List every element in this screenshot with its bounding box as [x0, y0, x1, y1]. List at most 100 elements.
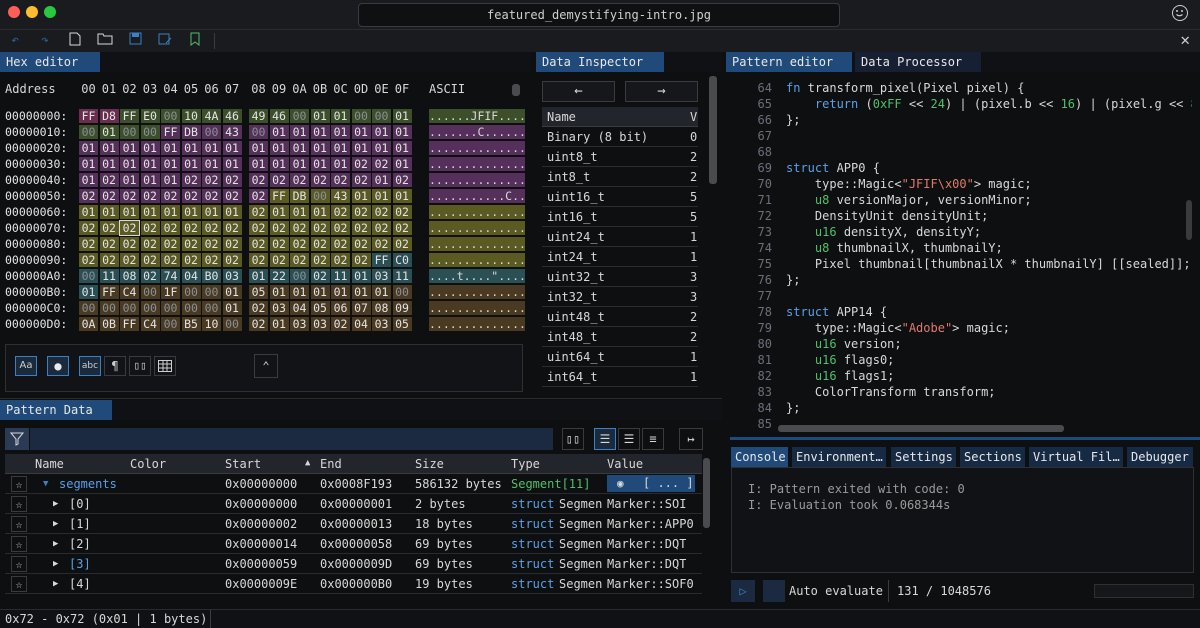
- hex-byte[interactable]: 02: [99, 221, 119, 235]
- hex-byte[interactable]: 22: [269, 269, 289, 283]
- hex-byte[interactable]: 02: [99, 173, 119, 187]
- list-view-icon[interactable]: ≡: [642, 428, 664, 450]
- star-icon[interactable]: ☆: [11, 536, 27, 552]
- pattern-filter-input[interactable]: [30, 428, 553, 450]
- hex-byte[interactable]: 03: [310, 317, 330, 331]
- chevron-right-icon[interactable]: ▶: [53, 574, 58, 594]
- minimize-window-button[interactable]: [26, 6, 38, 18]
- hex-byte[interactable]: 02: [140, 221, 160, 235]
- hex-byte[interactable]: 01: [99, 205, 119, 219]
- hex-byte[interactable]: 00: [140, 285, 160, 299]
- tab-settings[interactable]: Settings: [891, 447, 956, 467]
- inspector-row[interactable]: uint32_t 3: [542, 267, 698, 287]
- hex-byte[interactable]: 00: [79, 125, 98, 139]
- hex-byte[interactable]: 02: [290, 173, 309, 187]
- tab-pattern-editor[interactable]: Pattern editor: [726, 52, 852, 72]
- hex-byte[interactable]: 02: [79, 237, 98, 251]
- hex-byte[interactable]: 02: [372, 205, 391, 219]
- hex-byte[interactable]: 01: [249, 141, 268, 155]
- jump-top-icon[interactable]: ⌃: [254, 354, 278, 378]
- hex-byte[interactable]: 08: [120, 269, 139, 283]
- tab-data-processor[interactable]: Data Processor: [855, 52, 981, 72]
- hex-byte[interactable]: 03: [269, 301, 289, 315]
- col-start[interactable]: Start: [225, 454, 261, 474]
- hex-byte[interactable]: 01: [331, 157, 350, 171]
- hex-byte[interactable]: 06: [331, 301, 350, 315]
- hex-byte[interactable]: 02: [331, 205, 350, 219]
- hex-byte[interactable]: FF: [269, 189, 289, 203]
- hex-byte[interactable]: 00: [310, 189, 330, 203]
- hex-byte[interactable]: 01: [310, 157, 330, 171]
- hex-byte[interactable]: 02: [79, 221, 98, 235]
- hex-byte[interactable]: 01: [351, 269, 371, 283]
- hex-byte[interactable]: 02: [331, 237, 350, 251]
- hex-byte[interactable]: 03: [372, 317, 391, 331]
- hex-byte[interactable]: 01: [290, 125, 309, 139]
- chevron-right-icon[interactable]: ▶: [53, 554, 58, 574]
- hex-byte[interactable]: 02: [310, 173, 330, 187]
- hex-byte[interactable]: 01: [161, 141, 180, 155]
- hex-byte[interactable]: 02: [222, 173, 242, 187]
- hex-byte[interactable]: 00: [140, 125, 160, 139]
- paragraph-icon[interactable]: ¶: [104, 356, 126, 376]
- hex-byte[interactable]: 01: [79, 285, 98, 299]
- hex-byte[interactable]: 00: [99, 301, 119, 315]
- hex-byte[interactable]: 02: [310, 221, 330, 235]
- hex-byte[interactable]: 11: [392, 269, 412, 283]
- col-size[interactable]: Size: [415, 454, 444, 474]
- hex-byte[interactable]: B0: [202, 269, 221, 283]
- hex-byte[interactable]: 01: [140, 141, 160, 155]
- pattern-scrollbar[interactable]: [703, 458, 710, 528]
- hex-byte[interactable]: 02: [161, 221, 180, 235]
- hex-byte[interactable]: 08: [372, 301, 391, 315]
- hex-byte[interactable]: 02: [161, 189, 180, 203]
- inspector-row[interactable]: uint8_t 2: [542, 147, 698, 167]
- hex-byte[interactable]: 02: [331, 317, 350, 331]
- hex-byte[interactable]: 01: [120, 205, 139, 219]
- hex-byte[interactable]: 01: [290, 141, 309, 155]
- table-row[interactable]: ☆ ▶ [4] 0x0000009E 0x000000B0 19 bytes struct S…: [5, 574, 702, 594]
- hex-byte[interactable]: 01: [351, 125, 371, 139]
- tree-view-icon[interactable]: ☰: [594, 428, 616, 450]
- hex-byte[interactable]: 00: [79, 269, 98, 283]
- hex-byte[interactable]: 02: [351, 173, 371, 187]
- hex-byte[interactable]: 10: [202, 317, 221, 331]
- hex-byte[interactable]: 02: [202, 253, 221, 267]
- inspector-row[interactable]: uint16_t 5: [542, 187, 698, 207]
- inspector-scrollbar[interactable]: [709, 76, 717, 184]
- bookmark-icon[interactable]: [186, 32, 204, 50]
- highlight-icon[interactable]: ●: [47, 356, 69, 376]
- hex-byte[interactable]: 02: [351, 157, 371, 171]
- hex-byte[interactable]: 01: [249, 269, 268, 283]
- hex-byte[interactable]: 02: [140, 237, 160, 251]
- hex-byte[interactable]: 00: [181, 285, 201, 299]
- hex-byte[interactable]: 04: [351, 317, 371, 331]
- chevron-right-icon[interactable]: ▶: [53, 534, 58, 554]
- hex-byte[interactable]: 01: [181, 157, 201, 171]
- hex-byte[interactable]: 49: [249, 109, 268, 123]
- table-row[interactable]: ☆ ▶ [0] 0x00000000 0x00000001 2 bytes struct Se…: [5, 494, 702, 514]
- filter-icon[interactable]: [5, 428, 29, 450]
- hex-byte[interactable]: 01: [372, 189, 391, 203]
- hex-byte[interactable]: 01: [79, 141, 98, 155]
- hex-byte[interactable]: 07: [351, 301, 371, 315]
- smiley-icon[interactable]: [1172, 5, 1188, 21]
- hex-byte[interactable]: 01: [331, 285, 350, 299]
- hex-byte[interactable]: 01: [351, 189, 371, 203]
- hex-byte[interactable]: 02: [249, 173, 268, 187]
- hex-byte[interactable]: 01: [269, 317, 289, 331]
- hex-byte[interactable]: 43: [331, 189, 350, 203]
- close-window-button[interactable]: [8, 6, 20, 18]
- hex-byte[interactable]: 02: [392, 221, 412, 235]
- hex-byte[interactable]: 01: [351, 285, 371, 299]
- maximize-window-button[interactable]: [44, 6, 56, 18]
- hex-byte[interactable]: 01: [372, 125, 391, 139]
- expand-button[interactable]: ◉ [ ... ]: [607, 475, 695, 492]
- tab-pattern-data[interactable]: Pattern Data: [0, 400, 112, 420]
- hex-byte[interactable]: 02: [249, 301, 268, 315]
- star-icon[interactable]: ☆: [11, 476, 27, 492]
- table-row[interactable]: ☆ ▶ [2] 0x00000014 0x00000058 69 bytes struct S…: [5, 534, 702, 554]
- hex-byte[interactable]: 02: [249, 189, 268, 203]
- hex-byte[interactable]: 03: [290, 317, 309, 331]
- hex-byte[interactable]: 01: [290, 285, 309, 299]
